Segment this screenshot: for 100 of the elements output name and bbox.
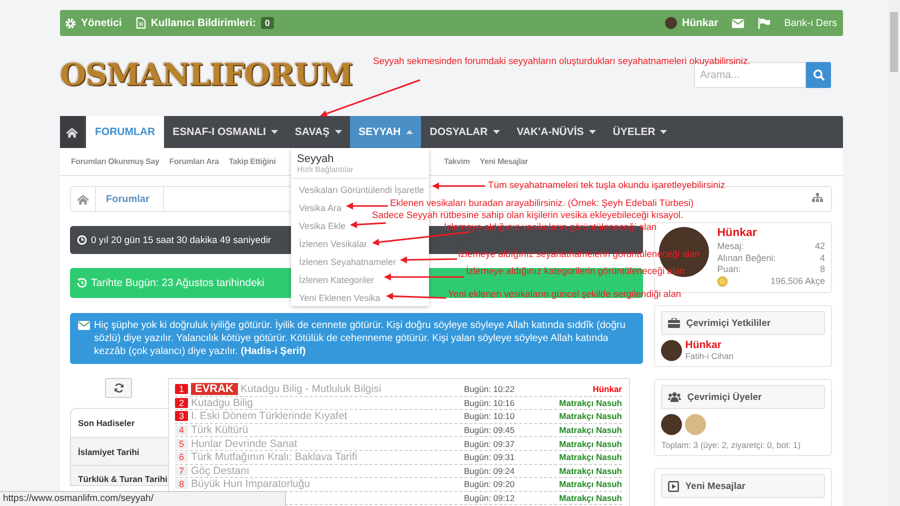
post-time: Bugün: 10:10 bbox=[464, 411, 516, 422]
nav-tab[interactable]: ÜYELER bbox=[604, 116, 676, 148]
clock-icon bbox=[77, 235, 87, 245]
home-icon[interactable] bbox=[66, 126, 78, 138]
avatar-photo bbox=[661, 340, 682, 361]
stat-value: 42 bbox=[814, 241, 825, 252]
rank-number: 8 bbox=[175, 479, 188, 490]
thread-title[interactable]: Türk Kültürü bbox=[191, 424, 248, 436]
menu-item[interactable]: İzlenen Kategoriler bbox=[299, 271, 374, 289]
nav-tab[interactable]: SEYYAH bbox=[350, 116, 422, 148]
post-time: Bugün: 09:45 bbox=[464, 425, 516, 436]
menu-item[interactable]: Yeni Eklenen Vesika bbox=[299, 289, 380, 307]
stat-value: 8 bbox=[820, 264, 825, 276]
avatar-photo[interactable] bbox=[661, 414, 682, 435]
rank-number: 6 bbox=[175, 452, 188, 462]
flag-icon[interactable] bbox=[758, 18, 770, 28]
user-name[interactable]: Matrakçı Nasuh bbox=[552, 438, 622, 449]
stat-label: Puan: bbox=[717, 264, 741, 276]
sitemap-icon[interactable] bbox=[812, 193, 823, 202]
card-title: Yeni Mesajlar bbox=[685, 480, 746, 492]
side-tab[interactable]: Son Hadiseler bbox=[70, 408, 168, 438]
post-time: Bugün: 09:31 bbox=[464, 452, 516, 462]
post-time: Bugün: 09:20 bbox=[464, 479, 516, 490]
refresh-button[interactable] bbox=[105, 378, 132, 398]
thread-title[interactable]: Kutadgu Bilig bbox=[191, 396, 253, 409]
notice-text: 0 yıl 20 gün 15 saat 30 dakika 49 saniyedir bbox=[91, 234, 272, 246]
post-time: Bugün: 09:24 bbox=[464, 466, 516, 476]
envelope-icon bbox=[78, 321, 90, 330]
sub-nav-link[interactable]: Forumları Ara bbox=[169, 157, 219, 166]
user-link[interactable]: Hünkar bbox=[682, 17, 718, 29]
menu-item[interactable]: İzlenen Seyahatnameler bbox=[299, 253, 396, 271]
user-name[interactable]: Matrakçı Nasuh bbox=[552, 411, 622, 422]
rank-number: 1 bbox=[175, 384, 188, 394]
status-bar-url: https://www.osmanlifm.com/seyyah/ bbox=[0, 491, 286, 506]
thread-title[interactable]: Hunlar Devrinde Sanat bbox=[191, 438, 298, 450]
nav-tab[interactable]: FORUMLAR bbox=[86, 116, 164, 148]
top-bar-link[interactable]: Yönetici bbox=[81, 17, 122, 29]
site-logo[interactable]: OSMANLIFORUM bbox=[60, 58, 353, 92]
arrow bbox=[350, 221, 386, 228]
sub-nav-link[interactable]: Takip Ettiğini bbox=[228, 157, 276, 166]
menu-item[interactable]: Vesika Ekle bbox=[299, 217, 346, 235]
menu-item[interactable]: İzlenen Vesikalar bbox=[299, 235, 368, 253]
annotation-text: Tüm seyahatnameleri tek tuşla okundu işaretleyebilirsiniz bbox=[488, 179, 726, 190]
post-time: Bugün: 09:12 bbox=[464, 493, 516, 504]
thread-title[interactable]: Büyük Hun Imparatorluğu bbox=[191, 478, 310, 490]
sub-nav-link[interactable]: Yeni Mesajlar bbox=[480, 157, 528, 166]
briefcase-icon bbox=[668, 318, 680, 328]
stat-label: Alınan Beğeni: bbox=[717, 252, 776, 264]
menu-subtitle: Hızlı Bağlantılar bbox=[297, 165, 354, 174]
post-time: Bugün: 09:37 bbox=[464, 438, 516, 449]
rank-number: 4 bbox=[175, 425, 188, 436]
user-name[interactable]: Matrakçı Nasuh bbox=[552, 479, 622, 490]
thread-title[interactable]: Kutadgu Bilig - Mutluluk Bilgisi bbox=[240, 383, 382, 396]
menu-title: Seyyah bbox=[297, 153, 335, 165]
breadcrumb-link[interactable]: Forumlar bbox=[96, 187, 164, 211]
thread-title[interactable]: Göç Destanı bbox=[191, 464, 250, 477]
top-bar-link[interactable]: Bank-ı Ders bbox=[784, 18, 837, 28]
sub-nav-link[interactable]: Takvim bbox=[444, 157, 470, 166]
sub-nav-link[interactable]: Forumları Okunmuş Say bbox=[71, 157, 160, 166]
arrow bbox=[386, 292, 446, 300]
rank-number: 3 bbox=[175, 411, 188, 422]
side-tab[interactable]: İslamiyet Tarihi bbox=[70, 438, 168, 466]
post-time: Bugün: 10:16 bbox=[464, 398, 516, 408]
arrow bbox=[432, 182, 485, 190]
card-title: Çevrimiçi Üyeler bbox=[687, 392, 762, 402]
thread-title[interactable]: I. Eski Dönem Türklerinde Kıyafet bbox=[191, 410, 348, 422]
online-total: Toplam: 3 (üye: 2, ziyaretçi: 0, bot: 1) bbox=[661, 440, 802, 450]
notice-text: Tarihte Bugün: 23 Ağustos tarihindeki bbox=[91, 277, 264, 289]
thread-title[interactable]: Türk Mutfağının Kralı: Baklava Tarifi bbox=[191, 451, 358, 464]
history-icon bbox=[77, 278, 87, 288]
search-button[interactable] bbox=[806, 62, 831, 88]
category-tag: EVRAK bbox=[191, 383, 238, 396]
nav-tab[interactable]: VAK'A-NÜVİS bbox=[508, 116, 604, 148]
rank-number: 5 bbox=[175, 438, 188, 449]
quote-text: Hiç şüphe yok ki doğruluk iyiliğe götürür. İyilik de cennete götürür. Kişi doğru söyleye söyleye Allah katında sıddîk (doğru sözlü) diye yazılır. Yalancılık kötüye götürür. Kötülük de cehenneme götürür. Kişi yalan söyleye söyleye Allah katında kezzâb (çok yalancı) diye yazılır. (Hadis-i Şerif) bbox=[94, 319, 626, 358]
gear-icon bbox=[65, 18, 76, 28]
menu-item[interactable]: Vesikaları Görüntülendi İşaretle bbox=[299, 181, 424, 199]
currency-amount: 196,506 Akçe bbox=[770, 276, 825, 287]
envelope-icon bbox=[732, 18, 744, 28]
nav-tab[interactable]: SAVAŞ bbox=[286, 116, 350, 148]
user-name[interactable]: Matrakçı Nasuh bbox=[552, 493, 622, 504]
rank-number: 2 bbox=[175, 398, 188, 408]
user-name[interactable]: Matrakçı Nasuh bbox=[552, 452, 622, 462]
search-icon bbox=[812, 69, 824, 81]
user-name[interactable]: Hünkar bbox=[717, 227, 825, 239]
user-name[interactable]: Matrakçı Nasuh bbox=[552, 466, 622, 476]
nav-tab[interactable]: DOSYALAR bbox=[421, 116, 508, 148]
stat-value: 4 bbox=[820, 252, 825, 264]
user-name[interactable]: Hünkar bbox=[685, 340, 734, 351]
nav-tab[interactable]: ESNAF-I OSMANLI bbox=[164, 116, 286, 148]
user-name[interactable]: Hünkar bbox=[552, 384, 622, 394]
play-icon bbox=[668, 480, 680, 492]
user-name[interactable]: Matrakçı Nasuh bbox=[552, 425, 622, 436]
scrollbar[interactable] bbox=[888, 0, 900, 506]
top-bar-link[interactable]: Kullanıcı Bildirimleri: bbox=[150, 17, 256, 29]
post-time: Bugün: 10:22 bbox=[464, 384, 516, 394]
menu-item[interactable]: Vesika Ara bbox=[299, 199, 342, 217]
notification-count: 0 bbox=[260, 17, 274, 29]
user-name[interactable]: Matrakçı Nasuh bbox=[552, 398, 622, 408]
side-tab[interactable]: Türklük & Turan Tarihi bbox=[70, 466, 168, 486]
